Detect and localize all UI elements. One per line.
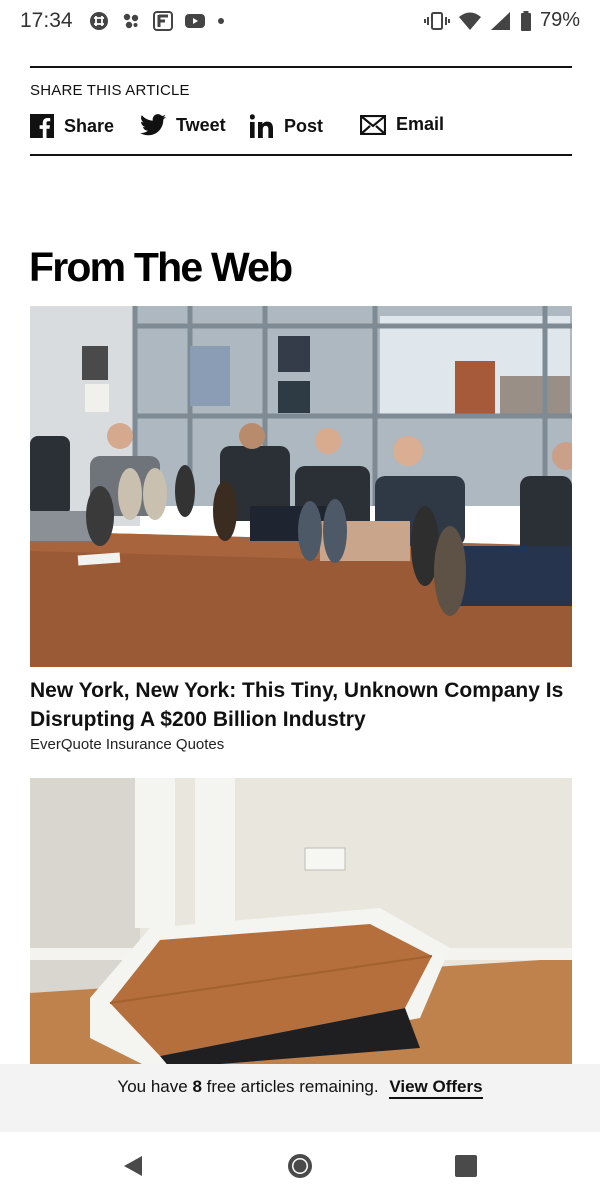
facebook-share-button[interactable]: Share xyxy=(30,114,114,138)
youtube-icon xyxy=(185,14,205,28)
view-offers-link[interactable]: View Offers xyxy=(389,1077,483,1099)
banner-message: You have 8 free articles remaining. View… xyxy=(0,1077,600,1099)
recents-icon[interactable] xyxy=(450,1150,482,1182)
free-articles-banner: You have 8 free articles remaining. View… xyxy=(0,1064,600,1133)
article-image[interactable] xyxy=(30,306,572,667)
dot-icon xyxy=(218,18,224,24)
android-nav-bar xyxy=(0,1132,600,1200)
banner-prefix: You have xyxy=(117,1077,188,1096)
share-article-section: SHARE THIS ARTICLE Share Tweet Post Emai… xyxy=(30,66,572,156)
office-photo xyxy=(30,306,572,667)
email-icon xyxy=(360,114,386,135)
email-share-label: Email xyxy=(396,114,445,134)
facebook-icon xyxy=(30,114,54,138)
back-icon[interactable] xyxy=(118,1150,150,1182)
battery-icon xyxy=(520,10,531,31)
notification-icons xyxy=(88,10,226,32)
email-share-button[interactable]: Email xyxy=(360,114,444,135)
facebook-share-label: Share xyxy=(64,115,115,136)
signal-icon xyxy=(490,11,510,30)
twitter-share-label: Tweet xyxy=(176,114,226,135)
article-title[interactable]: New York, New York: This Tiny, Unknown C… xyxy=(30,676,575,734)
battery-percent: 79% xyxy=(539,9,580,31)
twitter-icon xyxy=(140,114,166,136)
system-icons: 79% xyxy=(423,9,580,32)
article-image-2[interactable] xyxy=(30,778,572,1068)
linkedin-share-label: Post xyxy=(284,115,324,136)
articles-remaining-count: 8 xyxy=(192,1077,202,1096)
banner-suffix: free articles remaining. xyxy=(206,1077,379,1096)
wifi-icon xyxy=(458,12,481,30)
linkedin-icon xyxy=(250,114,273,138)
room-photo xyxy=(30,778,572,1068)
home-icon[interactable] xyxy=(284,1150,316,1182)
slack-icon xyxy=(90,12,108,30)
share-title: SHARE THIS ARTICLE xyxy=(30,82,190,99)
pinwheel-icon xyxy=(123,13,139,29)
status-time: 17:34 xyxy=(20,9,73,32)
linkedin-share-button[interactable]: Post xyxy=(250,114,323,138)
flipboard-icon xyxy=(153,11,173,31)
article-source[interactable]: EverQuote Insurance Quotes xyxy=(30,736,224,753)
vibrate-icon xyxy=(423,11,450,30)
section-title: From The Web xyxy=(29,244,293,290)
status-bar: 17:34 79% xyxy=(0,0,600,44)
twitter-share-button[interactable]: Tweet xyxy=(140,114,226,136)
share-buttons: Share Tweet Post Email xyxy=(30,114,572,144)
